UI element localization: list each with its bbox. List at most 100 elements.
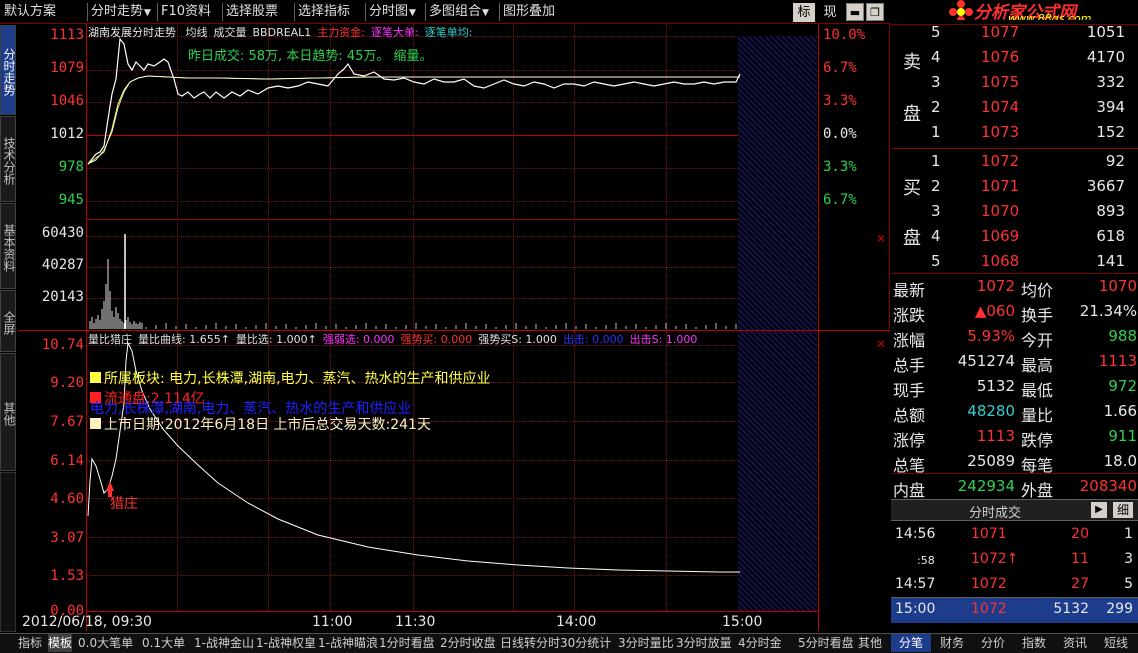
bottom-tab[interactable]: 3分时放量 — [676, 634, 732, 652]
order-price: 1077 — [981, 23, 1020, 41]
average-line-overlay — [87, 75, 740, 165]
indicator-axis-label: 7.67 — [50, 414, 84, 430]
order-row-sell[interactable]: 3 1075 332 — [891, 70, 1138, 95]
left-tab-fullscreen[interactable]: 全屏 — [0, 290, 16, 352]
intraday-price-chart[interactable]: 湖南发展分时走势 均线 成交量 BBDREAL1 主力资金: 逐笔大单: 逐笔单均: 昨日… — [18, 24, 890, 330]
quote-value: 1113 — [1098, 352, 1137, 370]
info-line: 所属板块: 电力,长株潭,湖南,电力、蒸汽、热水的生产和供应业 — [90, 368, 491, 388]
order-level: 5 — [931, 23, 941, 41]
bottom-tab[interactable]: 0.1大单 — [142, 634, 185, 652]
order-price: 1073 — [981, 123, 1020, 141]
order-volume: 332 — [1096, 73, 1125, 91]
order-row-buy[interactable]: 5 1068 141 — [891, 249, 1138, 274]
order-row-sell[interactable]: 4 1076 4170 — [891, 45, 1138, 70]
tick-time: 14:56 — [895, 526, 936, 542]
right-panel-tab[interactable]: 分笔 — [891, 634, 931, 652]
tick-price: 1071 — [971, 526, 1007, 542]
left-tab-intraday[interactable]: 分时走势 — [0, 25, 16, 115]
order-volume: 152 — [1096, 123, 1125, 141]
order-volume: 618 — [1096, 227, 1125, 245]
ticks-next-arrow-icon[interactable]: ▶ — [1091, 502, 1107, 518]
left-tab-fundamental[interactable]: 基本资料 — [0, 203, 16, 289]
bottom-tab[interactable]: 模板 — [48, 634, 73, 652]
order-price: 1074 — [981, 98, 1020, 116]
price-axis-label: 1046 — [50, 93, 84, 109]
quote-value: 208340 — [1079, 477, 1137, 495]
maximize-button[interactable]: ❐ — [866, 3, 884, 21]
tick-row[interactable]: 14:57 1072 27 5 — [891, 573, 1138, 598]
menu-item-6[interactable]: 多图组合▼ — [429, 2, 489, 22]
bottom-tab[interactable]: 1-战神权皇 — [256, 634, 316, 652]
tick-count: 5 — [1124, 576, 1133, 592]
indicator-chart[interactable]: 量比猎庄 量比曲线: 1.655↑ 量比选: 1.000↑ 强弱选: 0.000 强势买… — [18, 331, 890, 631]
menu-item-4[interactable]: 选择指标 — [298, 2, 350, 22]
bottom-tab[interactable]: 日线转分时 — [500, 634, 560, 652]
left-tab-technical[interactable]: 技术分析 — [0, 116, 16, 202]
menu-item-3[interactable]: 选择股票 — [226, 2, 278, 22]
right-panel-tab[interactable]: 资讯 — [1055, 634, 1095, 652]
quote-label: 最高 — [1021, 356, 1054, 375]
left-tab-other[interactable]: 其他 — [0, 353, 16, 471]
ticks-detail-button[interactable]: 细 — [1113, 502, 1133, 518]
price-axis-label: 945 — [58, 192, 84, 208]
menu-separator — [425, 3, 426, 21]
tick-count: 3 — [1124, 551, 1133, 567]
percent-axis-label: 6.7% — [823, 192, 857, 208]
right-panel-tab[interactable]: 短线 — [1096, 634, 1136, 652]
quote-row: 现手 5132 最低 972 — [891, 374, 1138, 400]
order-row-sell[interactable]: 2 1074 394 — [891, 95, 1138, 120]
price-axis-label: 1079 — [50, 60, 84, 76]
right-panel-tab[interactable]: 财务 — [932, 634, 972, 652]
time-tick-label: 11:30 — [395, 614, 436, 630]
tick-row[interactable]: 15:00 1072 5132 299 — [891, 598, 1138, 623]
bottom-tab[interactable]: 3分时量比 — [618, 634, 674, 652]
bottom-tab[interactable]: 2分时收盘 — [440, 634, 496, 652]
order-price: 1072 — [981, 152, 1020, 170]
bottom-tab[interactable]: 5分时看盘 — [798, 634, 854, 652]
view-button-xian[interactable]: 现 — [819, 3, 841, 22]
order-row-buy[interactable]: 3 1070 893 — [891, 199, 1138, 224]
bottom-tab[interactable]: 1-战神金山 — [194, 634, 254, 652]
tick-price: 1072 — [971, 576, 1007, 592]
minimize-button[interactable]: ▬ — [846, 3, 864, 21]
quote-row: 涨停 1113 跌停 911 — [891, 424, 1138, 450]
tick-row[interactable]: 14:56 1071 20 1 — [891, 523, 1138, 548]
quote-label: 量比 — [1021, 406, 1054, 425]
order-level: 4 — [931, 227, 941, 245]
right-panel-tab[interactable]: 指数 — [1014, 634, 1054, 652]
menu-item-1[interactable]: 分时走势▼ — [91, 2, 151, 22]
menu-item-0[interactable]: 默认方案 — [4, 2, 56, 22]
quote-divider — [891, 473, 1138, 474]
order-row-buy[interactable]: 2 1071 3667 — [891, 174, 1138, 199]
bottom-tab[interactable]: 1-战神瞄浪 — [318, 634, 378, 652]
menu-item-5[interactable]: 分时图▼ — [369, 2, 416, 22]
bottom-tab[interactable]: 0.0大笔单 — [78, 634, 133, 652]
tick-divider — [891, 597, 1138, 598]
order-row-buy[interactable]: 1 1072 92 — [891, 149, 1138, 174]
quote-value: 5132 — [976, 377, 1015, 395]
bottom-tab[interactable]: 1分时看盘 — [379, 634, 435, 652]
panel-top-mask — [891, 20, 1138, 24]
menu-item-2[interactable]: F10资料 — [161, 2, 211, 22]
volume-axis-label: 20143 — [41, 289, 84, 305]
order-row-buy[interactable]: 4 1069 618 — [891, 224, 1138, 249]
bottom-tab[interactable]: 其他 — [858, 634, 882, 652]
menu-item-7[interactable]: 图形叠加 — [503, 2, 555, 22]
dropdown-arrow-icon: ▼ — [482, 8, 489, 18]
bottom-tab[interactable]: 指标 — [18, 634, 42, 652]
tick-price: 1072 — [971, 601, 1007, 617]
right-panel-tab[interactable]: 分价 — [973, 634, 1013, 652]
bottom-tab[interactable]: 30分统计 — [560, 634, 611, 652]
menu-separator — [365, 3, 366, 21]
order-row-sell[interactable]: 1 1073 152 — [891, 120, 1138, 145]
quote-row: 涨幅 5.93% 今开 988 — [891, 324, 1138, 350]
view-button-biao[interactable]: 标 — [793, 3, 815, 22]
left-tab-filler — [0, 472, 16, 632]
order-level: 2 — [931, 177, 941, 195]
quote-value: 451274 — [957, 352, 1015, 370]
percent-axis-label: 10.0% — [823, 27, 866, 43]
bottom-tab[interactable]: 4分时金 — [738, 634, 782, 652]
tick-row[interactable]: :58 1072↑ 11 3 — [891, 548, 1138, 573]
order-volume: 141 — [1096, 252, 1125, 270]
price-chart-svg — [87, 37, 741, 329]
